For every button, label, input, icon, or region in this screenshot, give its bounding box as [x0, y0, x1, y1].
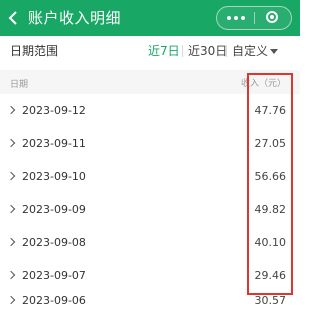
row-date: 2023-09-07 — [22, 269, 86, 282]
chevron-right-icon — [6, 204, 16, 214]
filter-label: 日期范围 — [10, 44, 59, 58]
chevron-right-icon — [6, 237, 16, 247]
row-amount: 49.82 — [254, 203, 287, 216]
table-row[interactable]: 2023-09-09 49.82 — [0, 193, 300, 227]
chevron-right-icon — [6, 270, 16, 280]
row-amount: 27.05 — [254, 137, 287, 150]
row-amount: 29.46 — [254, 269, 287, 282]
mini-program-capsule — [216, 6, 292, 30]
row-date: 2023-09-08 — [22, 236, 86, 249]
table-row[interactable]: 2023-09-06 30.57 — [0, 284, 300, 318]
tab-divider — [182, 45, 183, 57]
column-header-amount: 收入（元） — [240, 79, 286, 89]
row-date: 2023-09-09 — [22, 203, 86, 216]
chevron-right-icon — [6, 138, 16, 148]
row-date: 2023-09-12 — [22, 104, 86, 117]
column-header-date: 日期 — [10, 80, 29, 90]
table-row[interactable]: 2023-09-11 27.05 — [0, 127, 300, 161]
app-header: 账户收入明细 — [0, 0, 300, 36]
row-amount: 40.10 — [254, 236, 287, 249]
chevron-right-icon — [6, 171, 16, 181]
tab-custom[interactable]: 自定义 — [232, 42, 268, 59]
table-row[interactable]: 2023-09-08 40.10 — [0, 226, 300, 260]
tab-divider — [226, 45, 227, 57]
more-dots-icon[interactable] — [217, 7, 254, 29]
caret-down-icon[interactable] — [270, 49, 278, 54]
page-title: 账户收入明细 — [28, 9, 122, 27]
target-close-icon[interactable] — [255, 7, 291, 29]
chevron-right-icon — [6, 295, 16, 305]
row-amount: 47.76 — [254, 104, 287, 117]
row-date: 2023-09-10 — [22, 170, 86, 183]
table-row[interactable]: 2023-09-12 47.76 — [0, 94, 300, 128]
table-row[interactable]: 2023-09-10 56.66 — [0, 160, 300, 194]
date-range-filter: 日期范围 近7日 近30日 自定义 — [0, 36, 300, 66]
row-amount: 56.66 — [254, 170, 287, 183]
tab-last-7-days[interactable]: 近7日 — [148, 42, 180, 59]
row-date: 2023-09-11 — [22, 137, 86, 150]
tab-last-30-days[interactable]: 近30日 — [188, 42, 227, 59]
chevron-right-icon — [6, 105, 16, 115]
chevron-left-icon[interactable] — [6, 10, 22, 26]
table-header: 日期 收入（元） — [0, 70, 300, 94]
